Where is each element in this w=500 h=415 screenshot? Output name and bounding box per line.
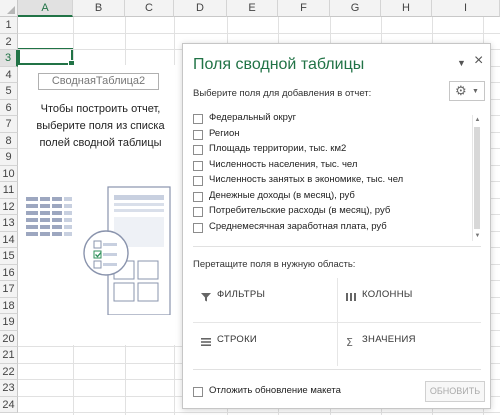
rows-area[interactable]: СТРОКИ (193, 323, 337, 367)
row-header-15[interactable]: 15 (0, 248, 18, 265)
field-item[interactable]: Среднемесячная заработная плата, руб (193, 220, 481, 236)
columns-icon (346, 293, 356, 301)
values-area[interactable]: Σ ЗНАЧЕНИЯ (338, 323, 481, 367)
row-header-17[interactable]: 17 (0, 281, 18, 298)
scroll-up-icon[interactable]: ▲ (473, 115, 482, 125)
field-label: Численность занятых в экономике, тыс. че… (209, 174, 404, 185)
field-checkbox[interactable] (193, 207, 203, 217)
row-header-22[interactable]: 22 (0, 363, 18, 380)
filters-label: ФИЛЬТРЫ (217, 289, 266, 300)
column-header-i[interactable]: I (432, 0, 500, 17)
row-header-18[interactable]: 18 (0, 297, 18, 314)
field-label: Денежные доходы (в месяц), руб (209, 189, 355, 201)
scroll-thumb[interactable] (474, 127, 480, 229)
field-checkbox[interactable] (193, 129, 203, 140)
drag-hint: Перетащите поля в нужную область: (193, 259, 356, 270)
field-item[interactable]: Площадь территории, тыс. км2 (193, 142, 481, 158)
close-icon[interactable]: × (474, 52, 483, 70)
row-header-21[interactable]: 21 (0, 347, 18, 364)
field-checkbox[interactable] (193, 222, 203, 233)
pivot-fields-pane[interactable]: Поля сводной таблицы ▼ × Выберите поля д… (182, 43, 491, 409)
select-all-corner[interactable] (0, 0, 18, 17)
filters-area[interactable]: ФИЛЬТРЫ (193, 278, 337, 322)
defer-update-label: Отложить обновление макета (209, 385, 341, 396)
pivot-illustration-icon (26, 186, 171, 315)
field-checkbox[interactable] (193, 160, 203, 171)
column-header-b[interactable]: B (73, 0, 125, 17)
pane-subtitle: Выберите поля для добавления в отчет: (193, 88, 372, 99)
field-item[interactable]: Федеральный округ (193, 111, 481, 127)
row-header-8[interactable]: 8 (0, 132, 18, 149)
row-header-20[interactable]: 20 (0, 330, 18, 347)
column-header-a[interactable]: A (18, 0, 73, 17)
row-header-5[interactable]: 5 (0, 83, 18, 100)
row-header-24[interactable]: 24 (0, 396, 18, 413)
field-item[interactable]: Денежные доходы (в месяц), руб (193, 189, 481, 205)
field-label: Регион (209, 127, 240, 139)
pane-title: Поля сводной таблицы (193, 56, 365, 73)
column-header-c[interactable]: C (125, 0, 174, 17)
row-header-6[interactable]: 6 (0, 99, 18, 116)
row-header-19[interactable]: 19 (0, 314, 18, 331)
field-item[interactable]: Численность занятых в экономике, тыс. че… (193, 173, 481, 189)
pivot-table-placeholder: СводнаяТаблица2 Чтобы построить отчет, в… (18, 65, 183, 345)
field-checkbox[interactable] (193, 176, 203, 186)
field-label: Федеральный округ (209, 112, 297, 123)
field-item[interactable]: Потребительские расходы (в месяц), руб (193, 204, 481, 220)
field-label: Площадь территории, тыс. км2 (209, 143, 347, 154)
active-cell-a3[interactable] (18, 48, 75, 67)
row-header-11[interactable]: 11 (0, 182, 18, 199)
rows-icon (201, 338, 211, 346)
row-header-9[interactable]: 9 (0, 149, 18, 166)
row-header-12[interactable]: 12 (0, 198, 18, 215)
field-item[interactable]: Регион (193, 127, 481, 143)
field-item[interactable]: Численность населения, тыс. чел (193, 158, 481, 174)
row-header-23[interactable]: 23 (0, 380, 18, 397)
row-header-4[interactable]: 4 (0, 66, 18, 83)
field-label: Среднемесячная заработная плата, руб (209, 220, 387, 232)
defer-update-checkbox[interactable] (193, 387, 203, 397)
row-header-2[interactable]: 2 (0, 33, 18, 50)
row-header-3[interactable]: 3 (0, 50, 18, 67)
pivot-table-name: СводнаяТаблица2 (38, 73, 159, 90)
gear-icon: ⚙ (455, 83, 467, 98)
field-label: Численность населения, тыс. чел (209, 158, 358, 170)
filter-icon (201, 293, 211, 302)
field-checkbox[interactable] (193, 145, 203, 155)
row-header-16[interactable]: 16 (0, 264, 18, 281)
column-header-f[interactable]: F (278, 0, 330, 17)
values-label: ЗНАЧЕНИЯ (362, 334, 416, 345)
row-header-14[interactable]: 14 (0, 231, 18, 248)
scroll-down-icon[interactable]: ▼ (473, 231, 482, 241)
column-header-h[interactable]: H (381, 0, 432, 17)
row-header-7[interactable]: 7 (0, 116, 18, 133)
row-header-1[interactable]: 1 (0, 17, 18, 34)
pivot-table-hint: Чтобы построить отчет, выберите поля из … (36, 103, 165, 149)
column-header-e[interactable]: E (227, 0, 278, 17)
column-header-g[interactable]: G (330, 0, 381, 17)
chevron-down-icon: ▼ (472, 88, 479, 95)
row-header-10[interactable]: 10 (0, 165, 18, 182)
sigma-icon: Σ (346, 336, 353, 348)
column-header-d[interactable]: D (174, 0, 227, 17)
field-checkbox[interactable] (193, 114, 203, 124)
columns-label: КОЛОННЫ (362, 289, 413, 300)
columns-area[interactable]: КОЛОННЫ (338, 278, 481, 322)
field-list[interactable]: Федеральный округ Регион Площадь территори… (193, 111, 481, 235)
row-header-13[interactable]: 13 (0, 215, 18, 232)
field-checkbox[interactable] (193, 191, 203, 202)
update-button[interactable]: ОБНОВИТЬ (425, 381, 485, 402)
field-label: Потребительские расходы (в месяц), руб (209, 205, 391, 216)
rows-label: СТРОКИ (217, 334, 258, 345)
pane-options-dropdown-icon[interactable]: ▼ (457, 58, 466, 68)
svg-text:Σ: Σ (346, 336, 353, 348)
layout-settings-button[interactable]: ⚙ ▼ (449, 81, 485, 101)
field-list-scrollbar[interactable]: ▲ ▼ (472, 115, 481, 241)
